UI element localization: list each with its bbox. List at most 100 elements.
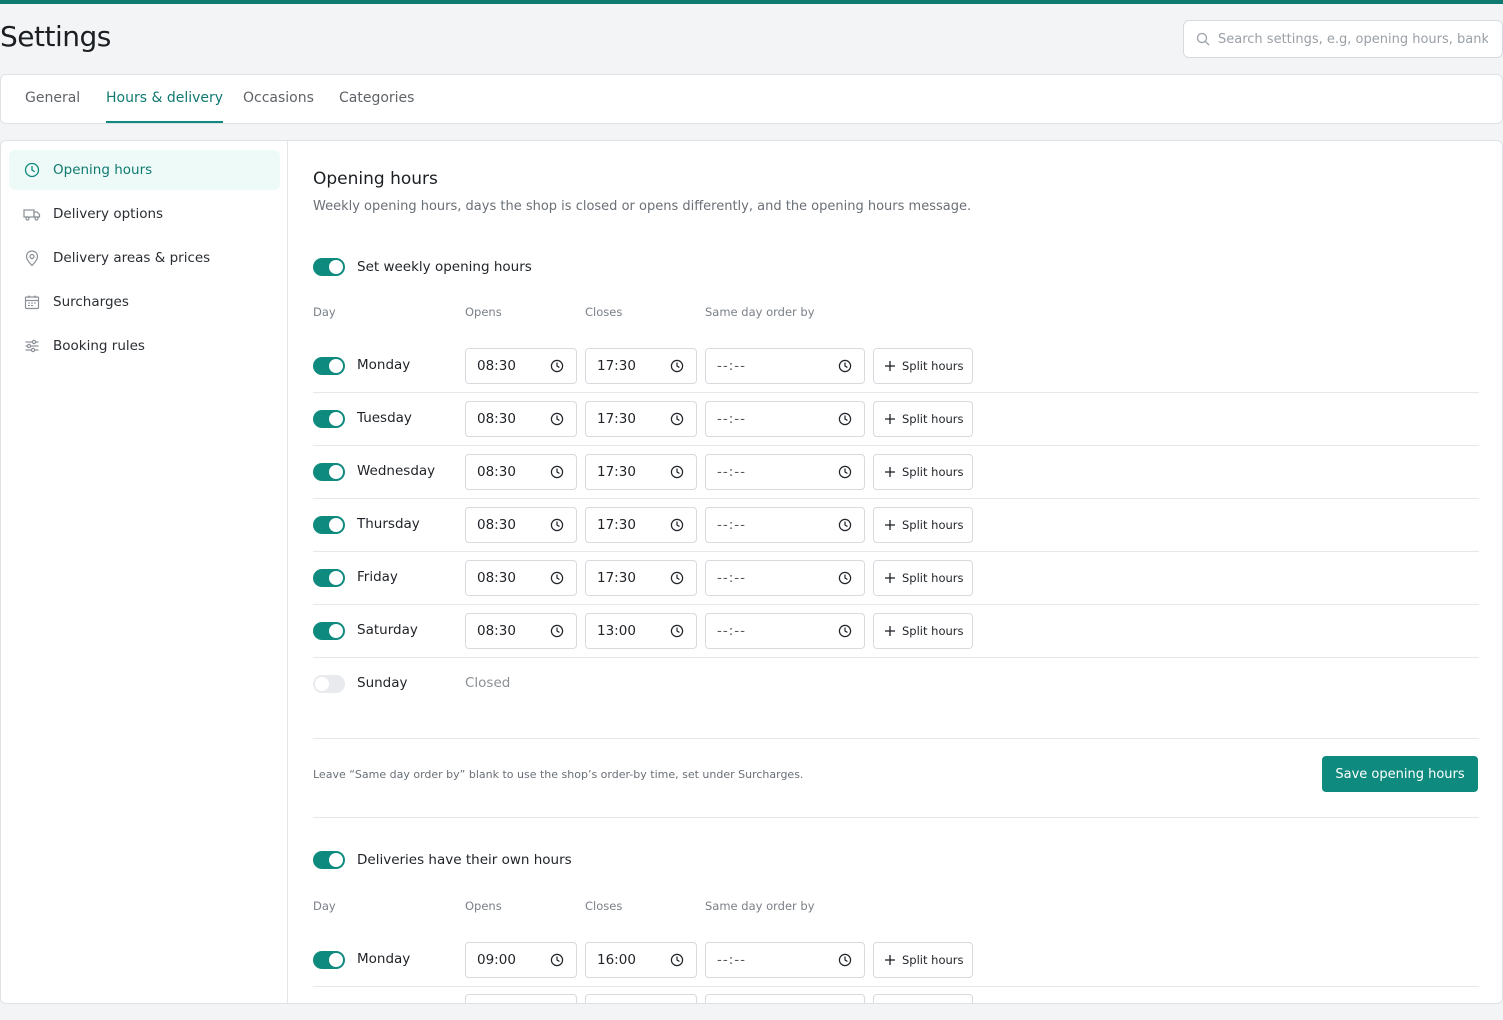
opens-time-input[interactable]: 08:30 — [465, 613, 577, 649]
search-icon — [1196, 32, 1210, 46]
opens-time-input[interactable]: 08:30 — [465, 401, 577, 437]
tab-general[interactable]: General — [25, 75, 80, 123]
sidebar-item-booking-rules[interactable]: Booking rules — [9, 326, 280, 366]
column-header-closes: Closes — [585, 899, 623, 913]
closes-time-input[interactable]: 17:30 — [585, 560, 697, 596]
opens-time-input[interactable]: 08:30 — [465, 560, 577, 596]
opens-time-value: 08:30 — [477, 358, 516, 374]
sidebar-item-delivery-options[interactable]: Delivery options — [9, 194, 280, 234]
split-hours-button[interactable]: Split hours — [873, 401, 973, 437]
opens-time-input[interactable]: 09:00 — [465, 942, 577, 978]
closes-time-input[interactable]: 13:00 — [585, 613, 697, 649]
split-hours-button[interactable]: Split hours — [873, 942, 973, 978]
clock-icon — [550, 953, 564, 967]
clock-icon — [550, 465, 564, 479]
truck-icon — [23, 205, 41, 223]
delivery-hours-toggle-label: Deliveries have their own hours — [357, 852, 572, 868]
same-day-order-input[interactable]: --:-- — [705, 613, 865, 649]
split-hours-button[interactable] — [873, 994, 973, 1003]
split-hours-button[interactable]: Split hours — [873, 613, 973, 649]
clock-icon — [670, 518, 684, 532]
row-divider — [313, 604, 1479, 605]
split-hours-label: Split hours — [902, 624, 964, 638]
closes-time-input[interactable]: 16:00 — [585, 942, 697, 978]
plus-icon — [885, 467, 895, 477]
save-opening-hours-button[interactable]: Save opening hours — [1322, 756, 1478, 792]
clock-icon — [670, 953, 684, 967]
closes-time-input[interactable]: 17:30 — [585, 348, 697, 384]
closes-time-input[interactable]: 17:30 — [585, 507, 697, 543]
split-hours-button[interactable]: Split hours — [873, 507, 973, 543]
day-label: Saturday — [357, 622, 418, 638]
day-toggle[interactable] — [313, 675, 345, 693]
tab-hours-delivery[interactable]: Hours & delivery — [106, 75, 224, 123]
same-day-order-input[interactable]: --:-- — [705, 942, 865, 978]
closes-time-input[interactable]: 17:30 — [585, 454, 697, 490]
split-hours-button[interactable]: Split hours — [873, 560, 973, 596]
same-day-order-input[interactable] — [705, 994, 865, 1003]
search-box[interactable] — [1183, 20, 1503, 58]
sidebar-item-delivery-areas[interactable]: Delivery areas & prices — [9, 238, 280, 278]
column-header-day: Day — [313, 899, 336, 913]
closes-time-input[interactable] — [585, 994, 697, 1003]
clock-icon — [550, 571, 564, 585]
same-day-order-input[interactable]: --:-- — [705, 507, 865, 543]
plus-icon — [885, 955, 895, 965]
day-toggle[interactable] — [313, 463, 345, 481]
clock-icon — [670, 624, 684, 638]
sidebar-item-label: Surcharges — [53, 294, 129, 310]
row-divider — [313, 392, 1479, 393]
delivery-hours-toggle[interactable] — [313, 851, 345, 869]
row-divider — [313, 498, 1479, 499]
same-day-order-input[interactable]: --:-- — [705, 401, 865, 437]
sidebar-item-opening-hours[interactable]: Opening hours — [9, 150, 280, 190]
row-divider — [313, 657, 1479, 658]
clock-icon — [838, 465, 852, 479]
day-label: Monday — [357, 951, 411, 967]
day-toggle[interactable] — [313, 569, 345, 587]
clock-icon — [838, 518, 852, 532]
sidebar-item-surcharges[interactable]: Surcharges — [9, 282, 280, 322]
weekly-hours-toggle[interactable] — [313, 258, 345, 276]
opens-time-input[interactable]: 08:30 — [465, 454, 577, 490]
day-toggle[interactable] — [313, 516, 345, 534]
plus-icon — [885, 361, 895, 371]
split-hours-button[interactable]: Split hours — [873, 454, 973, 490]
clock-icon — [550, 624, 564, 638]
tab-categories[interactable]: Categories — [339, 75, 414, 123]
sidebar-item-label: Delivery options — [53, 206, 164, 222]
opens-time-input[interactable] — [465, 994, 577, 1003]
plus-icon — [885, 414, 895, 424]
closes-time-value: 17:30 — [597, 517, 636, 533]
day-toggle[interactable] — [313, 1003, 345, 1004]
sidebar-item-label: Delivery areas & prices — [53, 250, 211, 266]
day-toggle[interactable] — [313, 951, 345, 969]
day-toggle[interactable] — [313, 357, 345, 375]
top-accent-bar — [0, 0, 1503, 4]
opens-time-input[interactable]: 08:30 — [465, 507, 577, 543]
clock-icon — [838, 359, 852, 373]
same-day-order-value: --:-- — [717, 411, 747, 427]
day-toggle[interactable] — [313, 410, 345, 428]
same-day-order-input[interactable]: --:-- — [705, 454, 865, 490]
clock-icon — [670, 359, 684, 373]
opens-time-input[interactable]: 08:30 — [465, 348, 577, 384]
sliders-icon — [23, 337, 41, 355]
clock-icon — [550, 412, 564, 426]
tab-occasions[interactable]: Occasions — [243, 75, 314, 123]
split-hours-button[interactable]: Split hours — [873, 348, 973, 384]
same-day-order-input[interactable]: --:-- — [705, 560, 865, 596]
search-input[interactable] — [1218, 31, 1488, 47]
section-title: Opening hours — [313, 169, 438, 189]
opening-hours-section: Opening hours Weekly opening hours, days… — [313, 141, 1479, 1003]
closes-time-value: 17:30 — [597, 464, 636, 480]
same-day-order-input[interactable]: --:-- — [705, 348, 865, 384]
section-description: Weekly opening hours, days the shop is c… — [313, 199, 972, 214]
closes-time-input[interactable]: 17:30 — [585, 401, 697, 437]
sidebar-item-label: Booking rules — [53, 338, 145, 354]
clock-icon — [23, 161, 41, 179]
weekly-hours-toggle-label: Set weekly opening hours — [357, 259, 532, 275]
plus-icon — [885, 626, 895, 636]
day-toggle[interactable] — [313, 622, 345, 640]
sidebar: Opening hours Delivery options Delivery … — [1, 141, 288, 1003]
